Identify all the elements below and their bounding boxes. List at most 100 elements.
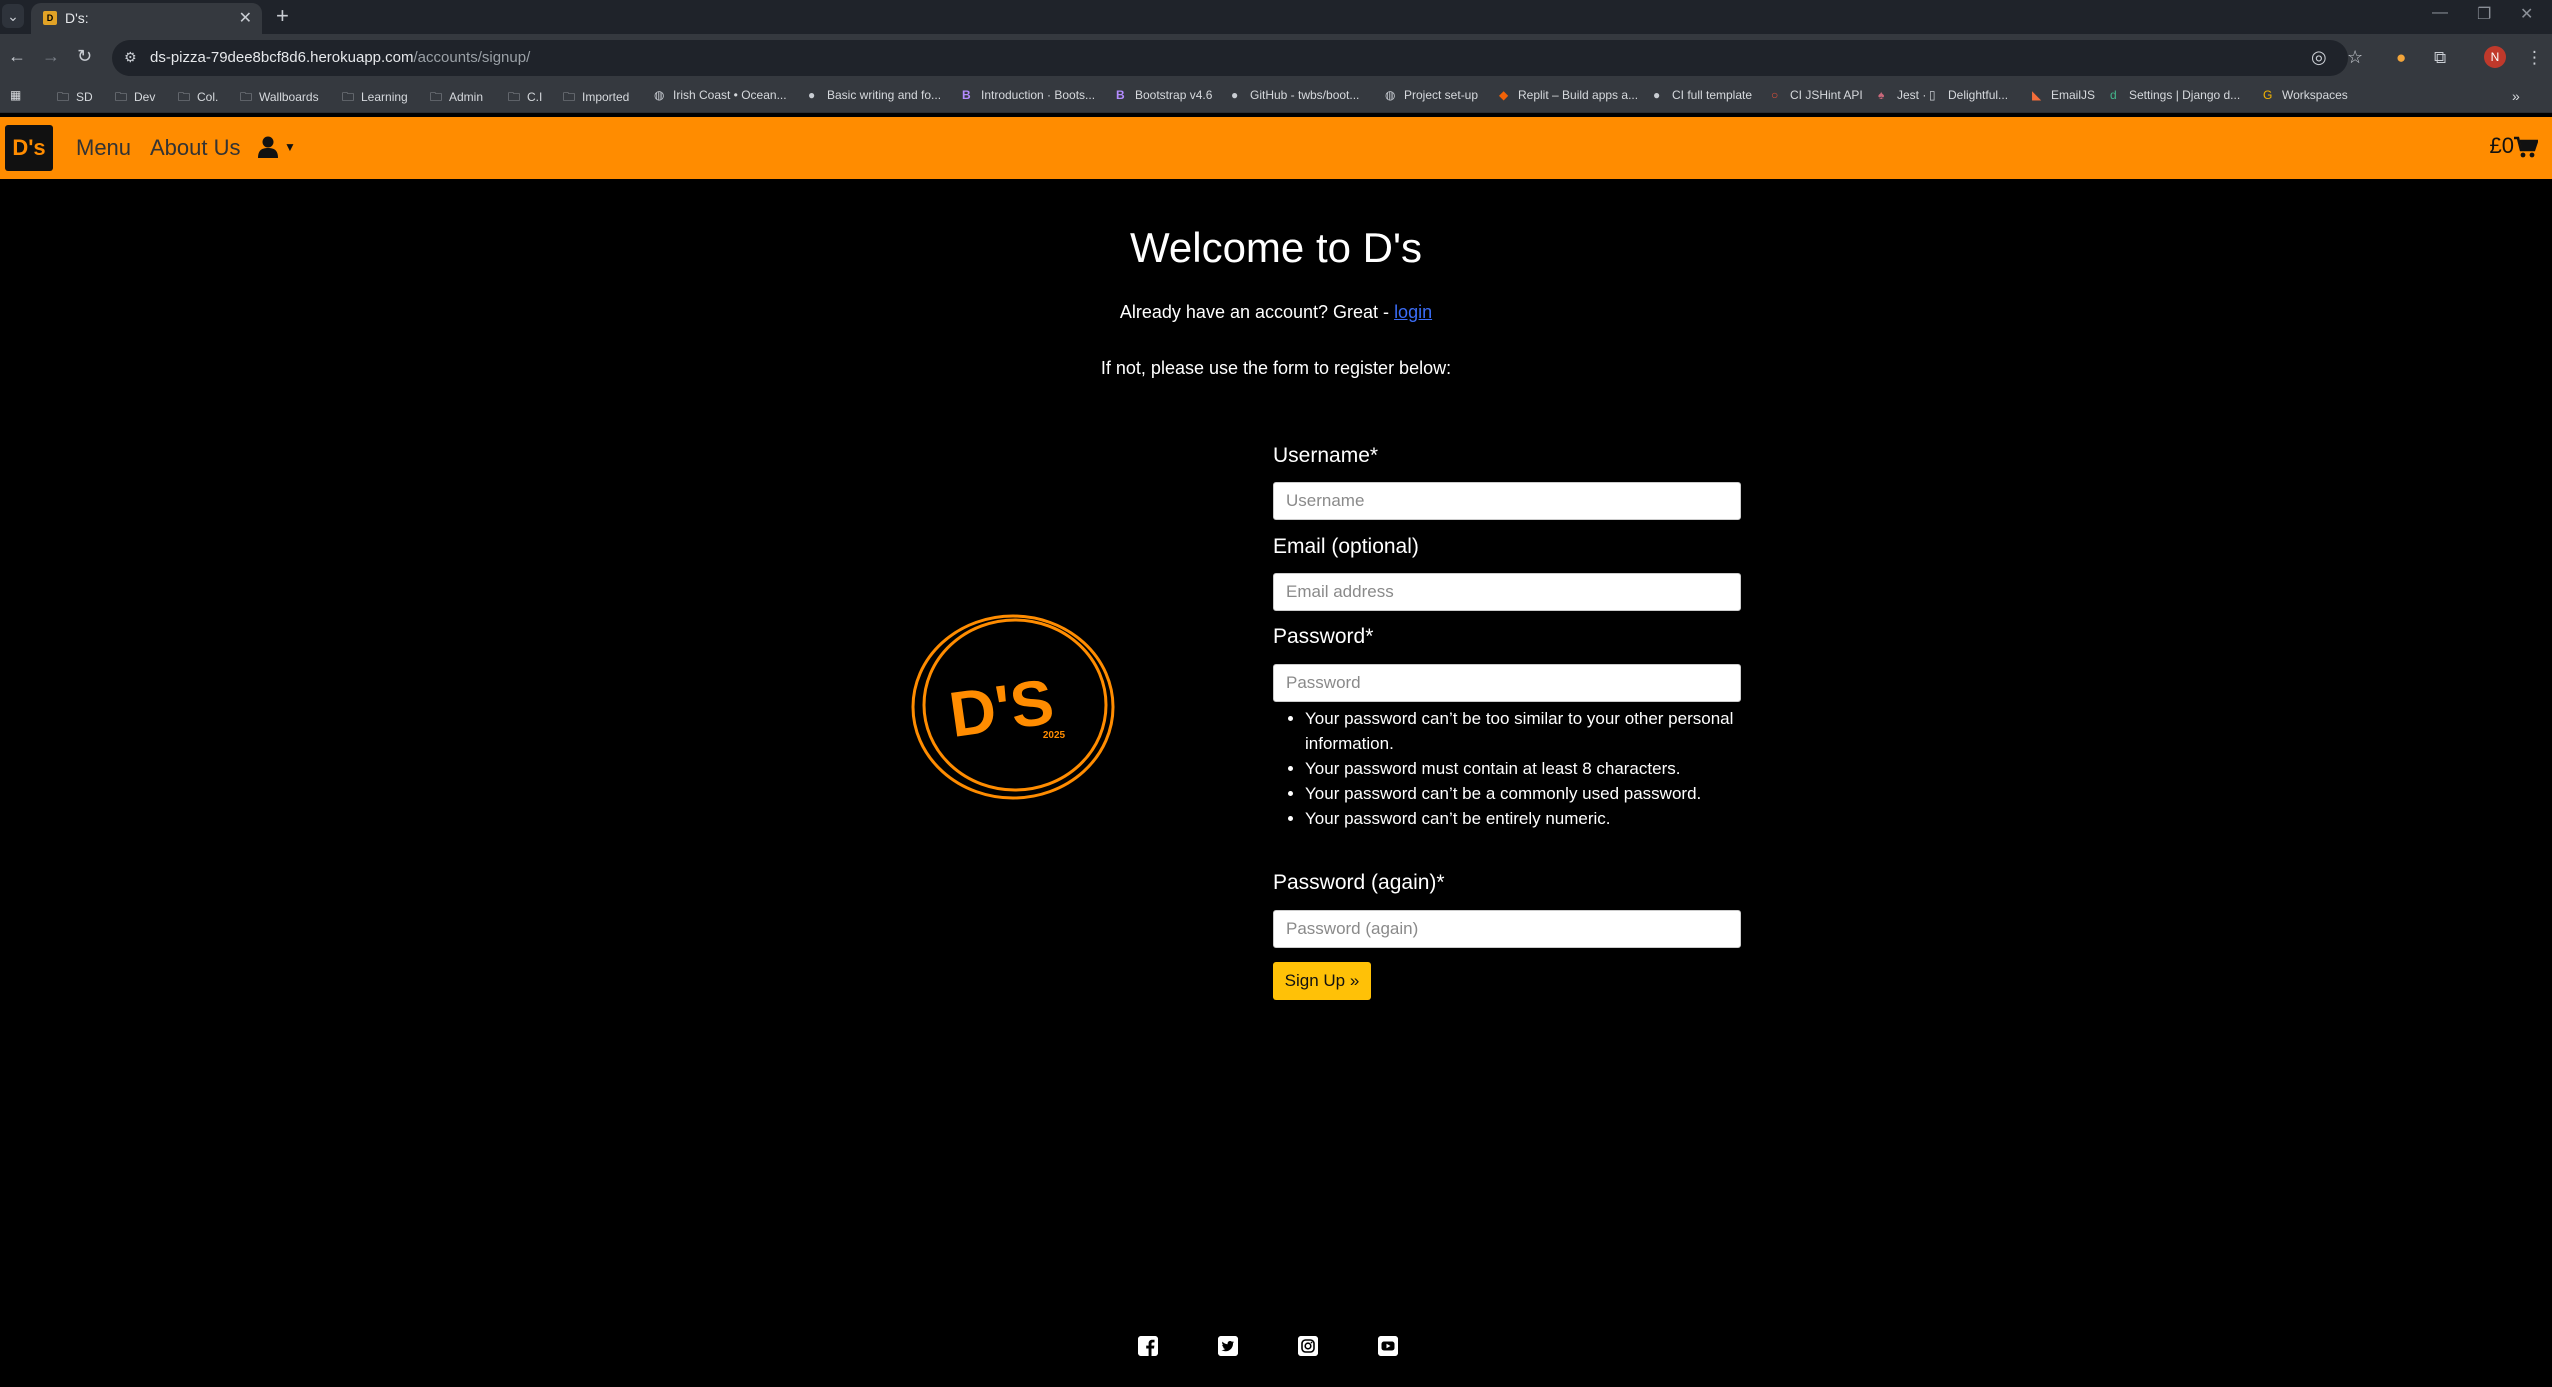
signup-button[interactable]: Sign Up » [1273, 962, 1371, 1000]
emailjs-icon: ◣ [2032, 88, 2042, 102]
brand-logo[interactable]: D's [5, 125, 53, 171]
facebook-icon[interactable] [1138, 1336, 1158, 1356]
password-input[interactable] [1273, 664, 1741, 702]
bookmark-item[interactable]: d Settings | Django d... [2110, 88, 2240, 102]
circle-icon: ○ [1771, 88, 1779, 102]
extension-icon[interactable]: ● [2396, 48, 2406, 68]
github-icon: ● [1653, 88, 1661, 102]
bookmark-item[interactable]: 🗀 Dev [115, 88, 155, 109]
password-help-item: Your password can’t be too similar to yo… [1305, 706, 1775, 756]
bookmark-item[interactable]: 🗀 Imported [563, 88, 629, 109]
password-again-input[interactable] [1273, 910, 1741, 948]
bootstrap-icon: B [1116, 88, 1125, 102]
bookmark-item[interactable]: 🗀 C.I [508, 88, 542, 109]
logo-year: 2025 [1043, 730, 1066, 741]
username-input[interactable] [1273, 482, 1741, 520]
forward-icon[interactable]: → [42, 46, 60, 67]
cart-total: £0 [2489, 133, 2514, 158]
tab-search-button[interactable]: ⌄ [2, 4, 24, 28]
browser-toolbar: ← → ↻ ⚙ ds-pizza-79dee8bcf8d6.herokuapp.… [0, 34, 2552, 82]
bookmarks-overflow-icon[interactable]: » [2512, 88, 2520, 104]
bookmark-item[interactable]: ◍ Irish Coast • Ocean... [654, 88, 787, 102]
bookmark-item[interactable]: ◆ Replit – Build apps a... [1499, 88, 1638, 102]
globe-icon: ◍ [1385, 88, 1396, 102]
github-icon: ● [1231, 88, 1239, 102]
github-icon: ● [808, 88, 816, 102]
register-prompt: If not, please use the form to register … [1100, 358, 1452, 378]
profile-avatar[interactable]: N [2484, 46, 2506, 68]
more-options-icon[interactable]: ⋮ [2526, 48, 2543, 68]
url-text: ds-pizza-79dee8bcf8d6.herokuapp.com/acco… [150, 49, 531, 66]
login-link[interactable]: login [1394, 302, 1432, 322]
email-label: Email (optional) [1273, 535, 1419, 558]
cart-link[interactable]: £0 [2489, 133, 2539, 159]
replit-icon: ◆ [1499, 88, 1509, 102]
browser-tab-bar: ⌄ D D's: ✕ + — ❐ ✕ [0, 0, 2552, 34]
password-help-list: Your password can’t be too similar to yo… [1273, 706, 1775, 831]
folder-icon: 🗀 [115, 90, 128, 104]
bookmark-item[interactable]: ♠ Jest · [1878, 88, 1926, 102]
window-close-icon[interactable]: ✕ [2520, 4, 2533, 24]
jest-icon: ♠ [1878, 88, 1885, 102]
workspaces-icon: G [2263, 88, 2273, 102]
folder-icon: 🗀 [430, 90, 443, 104]
social-links [1138, 1336, 1418, 1366]
folder-icon: 🗀 [57, 90, 70, 104]
youtube-icon[interactable] [1378, 1336, 1398, 1356]
bookmark-star-icon[interactable]: ☆ [2347, 47, 2363, 68]
browser-tab[interactable]: D D's: ✕ [31, 3, 262, 34]
back-icon[interactable]: ← [8, 46, 26, 67]
folder-icon: 🗀 [342, 90, 355, 104]
django-icon: d [2110, 88, 2117, 102]
site-info-icon[interactable]: ⚙ [124, 49, 137, 66]
username-label: Username* [1273, 444, 1379, 467]
page-title: Welcome to D's [1130, 224, 1422, 271]
page-icon: ▯ [1929, 88, 1936, 102]
apps-grid-icon[interactable]: ▦ [10, 88, 21, 102]
folder-icon: 🗀 [240, 90, 253, 104]
globe-icon: ◍ [654, 88, 665, 102]
new-tab-button[interactable]: + [276, 3, 289, 29]
folder-icon: 🗀 [178, 90, 191, 104]
address-bar[interactable]: ⚙ ds-pizza-79dee8bcf8d6.herokuapp.com/ac… [112, 40, 2363, 76]
password-label: Password* [1273, 625, 1374, 648]
bookmark-item[interactable]: ○ CI JSHint API [1771, 88, 1863, 102]
bookmark-item[interactable]: ▯ Delightful... [1929, 88, 2008, 102]
instagram-icon[interactable] [1298, 1336, 1318, 1356]
bookmark-item[interactable]: 🗀 Wallboards [240, 88, 319, 109]
password-help-item: Your password can’t be a commonly used p… [1305, 781, 1775, 806]
cart-icon [2514, 136, 2539, 158]
eye-off-icon[interactable]: ◎ [2311, 47, 2327, 68]
tab-close-icon[interactable]: ✕ [239, 8, 252, 28]
bookmark-item[interactable]: ● GitHub - twbs/boot... [1231, 88, 1359, 102]
password-again-label: Password (again)* [1273, 871, 1445, 894]
ds-logo: D'S 2025 [910, 612, 1120, 802]
nav-menu-link[interactable]: Menu [76, 135, 131, 161]
bookmark-item[interactable]: ◍ Project set-up [1385, 88, 1478, 102]
email-input[interactable] [1273, 573, 1741, 611]
site-navbar: D's Menu About Us ▼ £0 [0, 117, 2552, 179]
reload-icon[interactable]: ↻ [77, 46, 92, 67]
account-dropdown[interactable]: ▼ [258, 133, 296, 159]
bookmark-item[interactable]: ● Basic writing and fo... [808, 88, 941, 102]
twitter-icon[interactable] [1218, 1336, 1238, 1356]
bootstrap-icon: B [962, 88, 971, 102]
tab-title: D's: [65, 10, 89, 26]
login-prompt-text: Already have an account? Great - [1119, 302, 1395, 322]
bookmark-item[interactable]: ◣ EmailJS [2032, 88, 2095, 102]
password-help-item: Your password can’t be entirely numeric. [1305, 806, 1775, 831]
bookmark-item[interactable]: 🗀 Admin [430, 88, 483, 109]
extensions-puzzle-icon[interactable]: ⧉ [2434, 48, 2446, 68]
nav-about-link[interactable]: About Us [150, 135, 241, 161]
bookmark-item[interactable]: 🗀 SD [57, 88, 93, 109]
bookmark-item[interactable]: ● CI full template [1653, 88, 1752, 102]
bookmark-item[interactable]: 🗀 Col. [178, 88, 218, 109]
bookmark-item[interactable]: B Bootstrap v4.6 [1116, 88, 1212, 102]
bookmark-item[interactable]: B Introduction · Boots... [962, 88, 1095, 102]
bookmark-item[interactable]: G Workspaces [2263, 88, 2348, 102]
minimize-icon[interactable]: — [2432, 4, 2448, 22]
restore-icon[interactable]: ❐ [2477, 4, 2491, 24]
chevron-down-icon: ▼ [284, 140, 296, 155]
folder-icon: 🗀 [563, 90, 576, 104]
bookmark-item[interactable]: 🗀 Learning [342, 88, 408, 109]
